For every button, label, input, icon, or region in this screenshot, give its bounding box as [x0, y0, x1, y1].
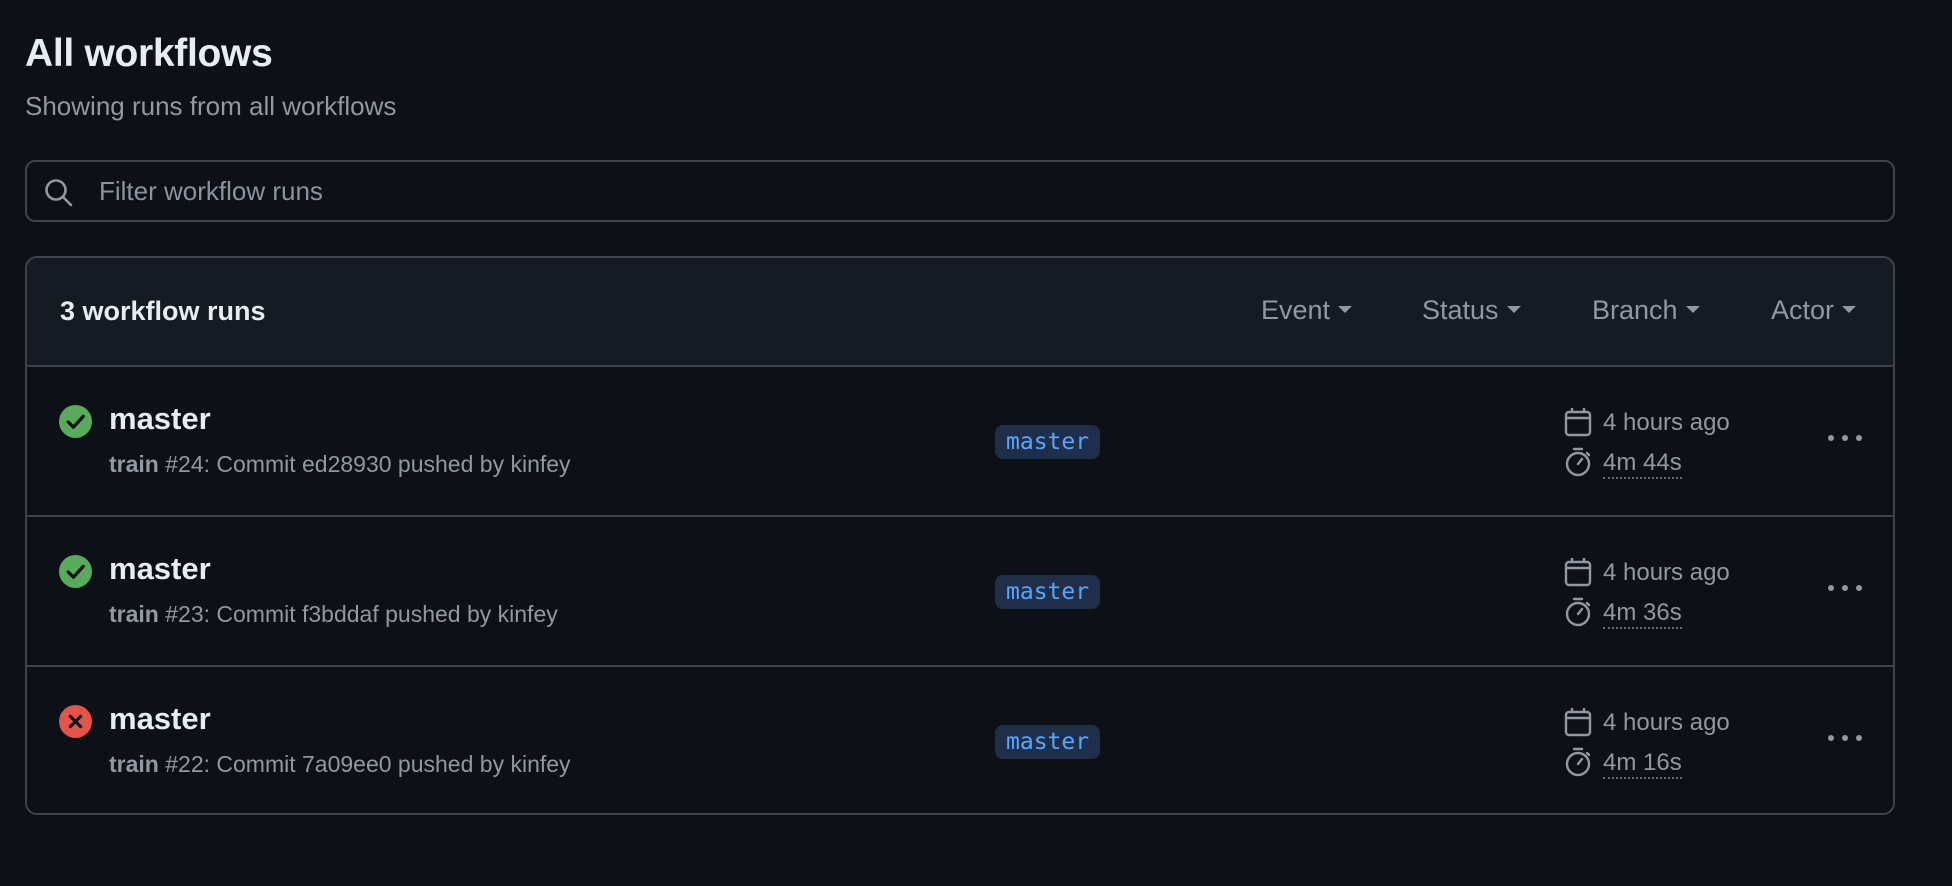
run-title-link[interactable]: master — [109, 551, 211, 587]
run-description: train #23: Commit f3bddaf pushed by kinf… — [109, 601, 558, 628]
more-options-icon[interactable] — [1819, 569, 1871, 607]
status-filter-dropdown[interactable]: Status — [1422, 295, 1521, 326]
workflow-run-row[interactable]: master train #24: Commit ed28930 pushed … — [27, 367, 1893, 517]
more-options-icon[interactable] — [1819, 719, 1871, 757]
run-title-link[interactable]: master — [109, 701, 211, 737]
workflow-run-row[interactable]: master train #22: Commit 7a09ee0 pushed … — [27, 667, 1893, 813]
event-filter-dropdown[interactable]: Event — [1261, 295, 1353, 326]
success-check-icon — [59, 555, 92, 588]
branch-filter-label: Branch — [1592, 295, 1678, 325]
branch-tag[interactable]: master — [995, 725, 1101, 759]
caret-down-icon — [1685, 306, 1700, 314]
workflow-run-row[interactable]: master train #23: Commit f3bddaf pushed … — [27, 517, 1893, 667]
caret-down-icon — [1842, 306, 1857, 314]
run-duration: 4m 16s — [1603, 749, 1682, 779]
more-options-icon[interactable] — [1819, 419, 1871, 457]
success-check-icon — [59, 405, 92, 438]
run-description: train #24: Commit ed28930 pushed by kinf… — [109, 451, 571, 478]
branch-filter-dropdown[interactable]: Branch — [1592, 295, 1700, 326]
calendar-icon — [1564, 708, 1592, 737]
calendar-icon — [1564, 408, 1592, 437]
run-info: #22: Commit 7a09ee0 pushed by kinfey — [165, 751, 571, 777]
workflow-name: train — [109, 601, 159, 627]
actor-filter-dropdown[interactable]: Actor — [1771, 295, 1857, 326]
event-filter-label: Event — [1261, 295, 1331, 325]
caret-down-icon — [1338, 306, 1353, 314]
run-time-ago: 4 hours ago — [1603, 409, 1730, 436]
stopwatch-icon — [1565, 447, 1591, 477]
page-subtitle: Showing runs from all workflows — [25, 91, 397, 121]
status-filter-label: Status — [1422, 295, 1499, 325]
run-duration: 4m 36s — [1603, 599, 1682, 629]
run-duration: 4m 44s — [1603, 449, 1682, 479]
stopwatch-icon — [1565, 597, 1591, 627]
workflow-runs-count: 3 workflow runs — [60, 296, 266, 326]
caret-down-icon — [1506, 306, 1521, 314]
page-title: All workflows — [25, 32, 273, 75]
search-icon — [45, 179, 73, 207]
run-info: #23: Commit f3bddaf pushed by kinfey — [165, 601, 558, 627]
filter-search-box[interactable] — [25, 160, 1895, 222]
run-title-link[interactable]: master — [109, 401, 211, 437]
failure-x-icon — [59, 705, 92, 738]
branch-tag[interactable]: master — [995, 575, 1101, 609]
workflow-runs-list: 3 workflow runs Event Status Branch Acto… — [25, 256, 1895, 815]
workflows-page: All workflows Showing runs from all work… — [0, 0, 1952, 886]
workflow-name: train — [109, 751, 159, 777]
workflow-name: train — [109, 451, 159, 477]
filter-workflow-runs-input[interactable] — [91, 162, 1887, 220]
run-time-ago: 4 hours ago — [1603, 559, 1730, 586]
calendar-icon — [1564, 558, 1592, 587]
branch-tag[interactable]: master — [995, 425, 1101, 459]
stopwatch-icon — [1565, 747, 1591, 777]
actor-filter-label: Actor — [1771, 295, 1835, 325]
run-time-ago: 4 hours ago — [1603, 709, 1730, 736]
run-info: #24: Commit ed28930 pushed by kinfey — [165, 451, 571, 477]
run-description: train #22: Commit 7a09ee0 pushed by kinf… — [109, 751, 571, 778]
runs-list-header: 3 workflow runs Event Status Branch Acto… — [27, 258, 1893, 367]
